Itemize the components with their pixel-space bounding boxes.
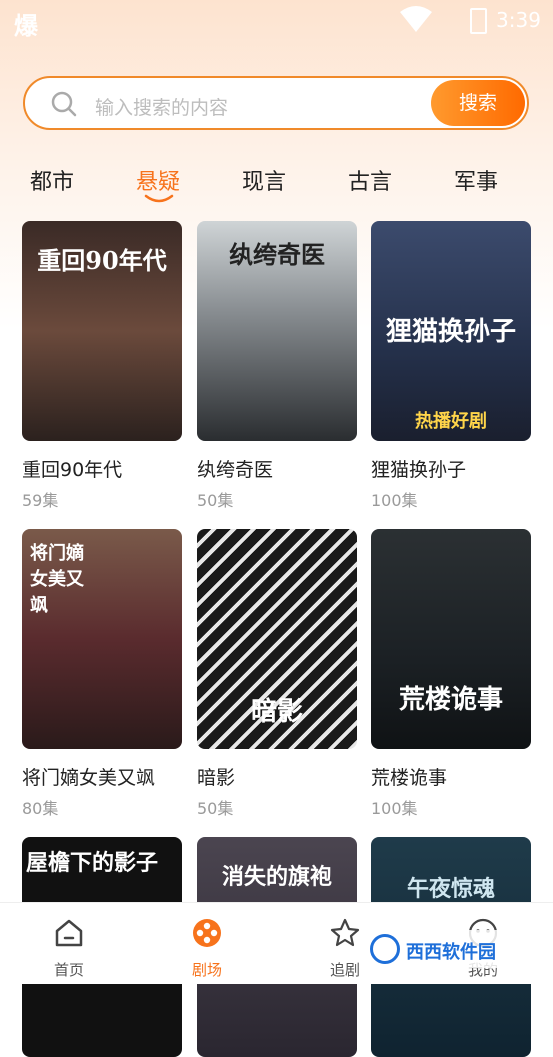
app-notification-icon: 爆: [14, 12, 38, 40]
search-input[interactable]: 输入搜索的内容: [95, 93, 228, 120]
tab-guyan[interactable]: 古言: [348, 164, 392, 196]
star-icon: [330, 918, 360, 947]
episode-count: 59集: [22, 491, 59, 510]
drama-poster[interactable]: 重回90年代: [22, 221, 182, 441]
search-icon: [51, 91, 77, 117]
drama-poster[interactable]: 将门嫡女美又飒: [22, 529, 182, 749]
tab-dushi[interactable]: 都市: [30, 164, 74, 196]
status-bar: 爆 3:39: [0, 0, 553, 40]
tab-xuanyi[interactable]: 悬疑: [136, 164, 180, 203]
drama-poster[interactable]: 纨绔奇医: [197, 221, 357, 441]
episode-count: 100集: [371, 799, 418, 818]
drama-poster[interactable]: 暗影: [197, 529, 357, 749]
episode-count: 100集: [371, 491, 418, 510]
poster-title: 午夜惊魂: [406, 876, 495, 902]
drama-poster[interactable]: 狸猫换孙子 热播好剧: [371, 221, 531, 441]
poster-title: 暗影: [250, 697, 303, 727]
episode-count: 50集: [197, 799, 234, 818]
drama-title: 荒楼诡事: [371, 767, 448, 789]
drama-title: 狸猫换孙子: [371, 459, 467, 481]
search-bar[interactable]: 输入搜索的内容 搜索: [23, 76, 529, 130]
tab-junshi[interactable]: 军事: [454, 164, 498, 196]
poster-title: 将门嫡女美又飒: [30, 543, 84, 616]
active-tab-indicator: [144, 194, 174, 203]
poster-title: 屋檐下的影子: [26, 850, 159, 876]
tab-xianyan[interactable]: 现言: [242, 164, 286, 196]
episode-count: 50集: [197, 491, 234, 510]
search-button[interactable]: 搜索: [431, 80, 525, 126]
battery-icon: [470, 8, 487, 34]
poster-title: 狸猫换孙子: [385, 317, 516, 347]
film-reel-icon: [193, 919, 221, 947]
poster-title: 荒楼诡事: [398, 685, 503, 715]
drama-poster[interactable]: 荒楼诡事: [371, 529, 531, 749]
drama-title: 暗影: [197, 767, 236, 789]
home-icon: [55, 919, 83, 947]
drama-title: 将门嫡女美又飒: [22, 767, 156, 789]
clock: 3:39: [496, 8, 541, 32]
episode-count: 80集: [22, 799, 59, 818]
poster-title: 纨绔奇医: [229, 240, 325, 269]
poster-subtitle: 热播好剧: [415, 411, 487, 432]
poster-title: 消失的旗袍: [221, 864, 332, 890]
poster-title: 重回90年代: [37, 246, 167, 275]
category-tabs: 都市 悬疑 现言 古言 军事: [0, 164, 553, 208]
watermark-logo-icon: [370, 934, 400, 964]
drama-title: 重回90年代: [22, 459, 123, 481]
drama-title: 纨绔奇医: [197, 459, 274, 481]
watermark: 西西软件园: [364, 930, 536, 968]
wifi-icon: [400, 6, 432, 32]
